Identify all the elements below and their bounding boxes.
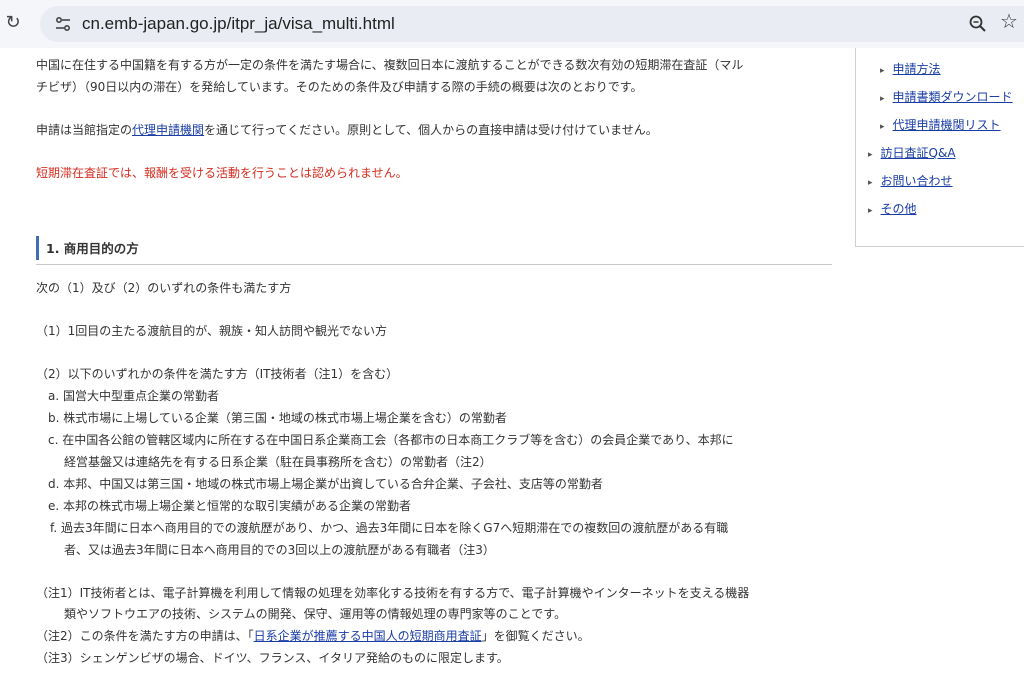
browser-toolbar: ↻ cn.emb-japan.go.jp/itpr_ja/visa_multi.… bbox=[0, 0, 1024, 48]
condition-2: （2）以下のいずれかの条件を満たす方（IT技術者（注1）を含む） bbox=[36, 367, 399, 381]
chevron-right-icon: ▸ bbox=[880, 94, 885, 104]
sidebar-item-label: 代理申請機関リスト bbox=[892, 118, 1001, 132]
note-3: （注3）シェンゲンビザの場合、ドイツ、フランス、イタリア発給のものに限定します。 bbox=[36, 651, 509, 665]
list-item: e. 本邦の株式市場上場企業と恒常的な取引実績がある企業の常勤者 bbox=[48, 499, 412, 513]
warning-text: 短期滞在査証では、報酬を受ける活動を行うことは認められません。 bbox=[36, 166, 408, 180]
sidebar-item-label: 訪日査証Q&A bbox=[880, 146, 956, 160]
chevron-right-icon: ▸ bbox=[868, 150, 873, 160]
sidebar-item-apply-method[interactable]: ▸ 申請方法 bbox=[880, 60, 941, 77]
sidebar-item-label: 申請書類ダウンロード bbox=[892, 90, 1013, 104]
list-item: c. 在中国各公館の管轄区域内に所在する在中国日系企業商工会（各都市の日本商工ク… bbox=[48, 433, 734, 447]
apply-text-pre: 申請は当館指定の bbox=[36, 123, 133, 137]
agency-link[interactable]: 代理申請機関 bbox=[132, 123, 204, 137]
main-content: 中国に在住する中国籍を有する方が一定の条件を満たす場合に、複数回日本に渡航するこ… bbox=[0, 48, 850, 684]
url-text[interactable]: cn.emb-japan.go.jp/itpr_ja/visa_multi.ht… bbox=[82, 14, 395, 34]
sidebar-item-label: お問い合わせ bbox=[880, 174, 953, 188]
chevron-right-icon: ▸ bbox=[868, 206, 873, 216]
note-1-line-2: 類やソフトウエアの技術、システムの開発、保守、運用等の情報処理の専門家等のことで… bbox=[64, 607, 567, 621]
intro-line-1: 中国に在住する中国籍を有する方が一定の条件を満たす場合に、複数回日本に渡航するこ… bbox=[36, 58, 744, 72]
note-1-line-1: （注1）IT技術者とは、電子計算機を利用して情報の処理を効率化する技術を有する方… bbox=[36, 586, 750, 600]
list-item: d. 本邦、中国又は第三国・地域の株式市場上場企業が出資している合弁企業、子会社… bbox=[48, 477, 603, 491]
conditions-lead: 次の（1）及び（2）のいずれの条件も満たす方 bbox=[36, 281, 292, 295]
site-info-icon[interactable] bbox=[54, 15, 72, 33]
business-visa-link[interactable]: 日系企業が推薦する中国人の短期商用査証 bbox=[254, 629, 482, 643]
list-item: a. 国営大中型重点企業の常勤者 bbox=[48, 389, 219, 403]
list-item: b. 株式市場に上場している企業（第三国・地域の株式市場上場企業を含む）の常勤者 bbox=[48, 411, 507, 425]
sidebar-item-other[interactable]: ▸ その他 bbox=[868, 200, 917, 217]
section-heading: 1. 商用目的の方 bbox=[36, 232, 832, 265]
note-2-post: 」を御覧ください。 bbox=[481, 629, 590, 643]
zoom-icon[interactable] bbox=[968, 14, 988, 34]
apply-text-post: を通じて行ってください。原則として、個人からの直接申請は受け付けていません。 bbox=[204, 123, 658, 137]
sidebar-item-label: その他 bbox=[880, 202, 917, 216]
chevron-right-icon: ▸ bbox=[880, 66, 885, 76]
condition-1: （1）1回目の主たる渡航目的が、親族・知人訪問や観光でない方 bbox=[36, 324, 388, 338]
list-item-continued: 経営基盤又は連絡先を有する日系企業（駐在員事務所を含む）の常勤者（注2） bbox=[64, 455, 492, 469]
chevron-right-icon: ▸ bbox=[868, 178, 873, 188]
sidebar-item-downloads[interactable]: ▸ 申請書類ダウンロード bbox=[880, 88, 1013, 105]
intro-line-2: チビザ）（90日以内の滞在）を発給しています。そのための条件及び申請する際の手続… bbox=[36, 80, 643, 94]
sidebar-item-contact[interactable]: ▸ お問い合わせ bbox=[868, 172, 953, 189]
note-2-pre: （注2）この条件を満たす方の申請は、「 bbox=[36, 629, 254, 643]
heading-accent-bar bbox=[36, 236, 39, 260]
list-item: f. 過去3年間に日本へ商用目的での渡航歴があり、かつ、過去3年間に日本を除くG… bbox=[50, 521, 729, 535]
list-item-continued: 者、又は過去3年間に日本へ商用目的での3回以上の渡航歴がある有職者（注3） bbox=[64, 543, 495, 557]
sidebar-item-visa-qa[interactable]: ▸ 訪日査証Q&A bbox=[868, 144, 956, 161]
sidebar-nav: ▸ 申請方法 ▸ 申請書類ダウンロード ▸ 代理申請機関リスト ▸ 訪日査証Q&A ▸ お… bbox=[855, 48, 1024, 247]
bookmark-star-icon[interactable]: ☆ bbox=[1000, 11, 1018, 31]
address-bar[interactable]: cn.emb-japan.go.jp/itpr_ja/visa_multi.ht… bbox=[40, 6, 1024, 42]
reload-icon[interactable]: ↻ bbox=[2, 12, 24, 34]
apply-paragraph: 申請は当館指定の代理申請機関を通じて行ってください。原則として、個人からの直接申… bbox=[36, 120, 658, 140]
section-heading-text: 1. 商用目的の方 bbox=[46, 241, 139, 256]
sidebar-item-agency-list[interactable]: ▸ 代理申請機関リスト bbox=[880, 116, 1001, 133]
note-2: （注2）この条件を満たす方の申請は、「日系企業が推薦する中国人の短期商用査証」を… bbox=[36, 626, 590, 646]
chevron-right-icon: ▸ bbox=[880, 122, 885, 132]
sidebar-item-label: 申請方法 bbox=[892, 62, 941, 76]
